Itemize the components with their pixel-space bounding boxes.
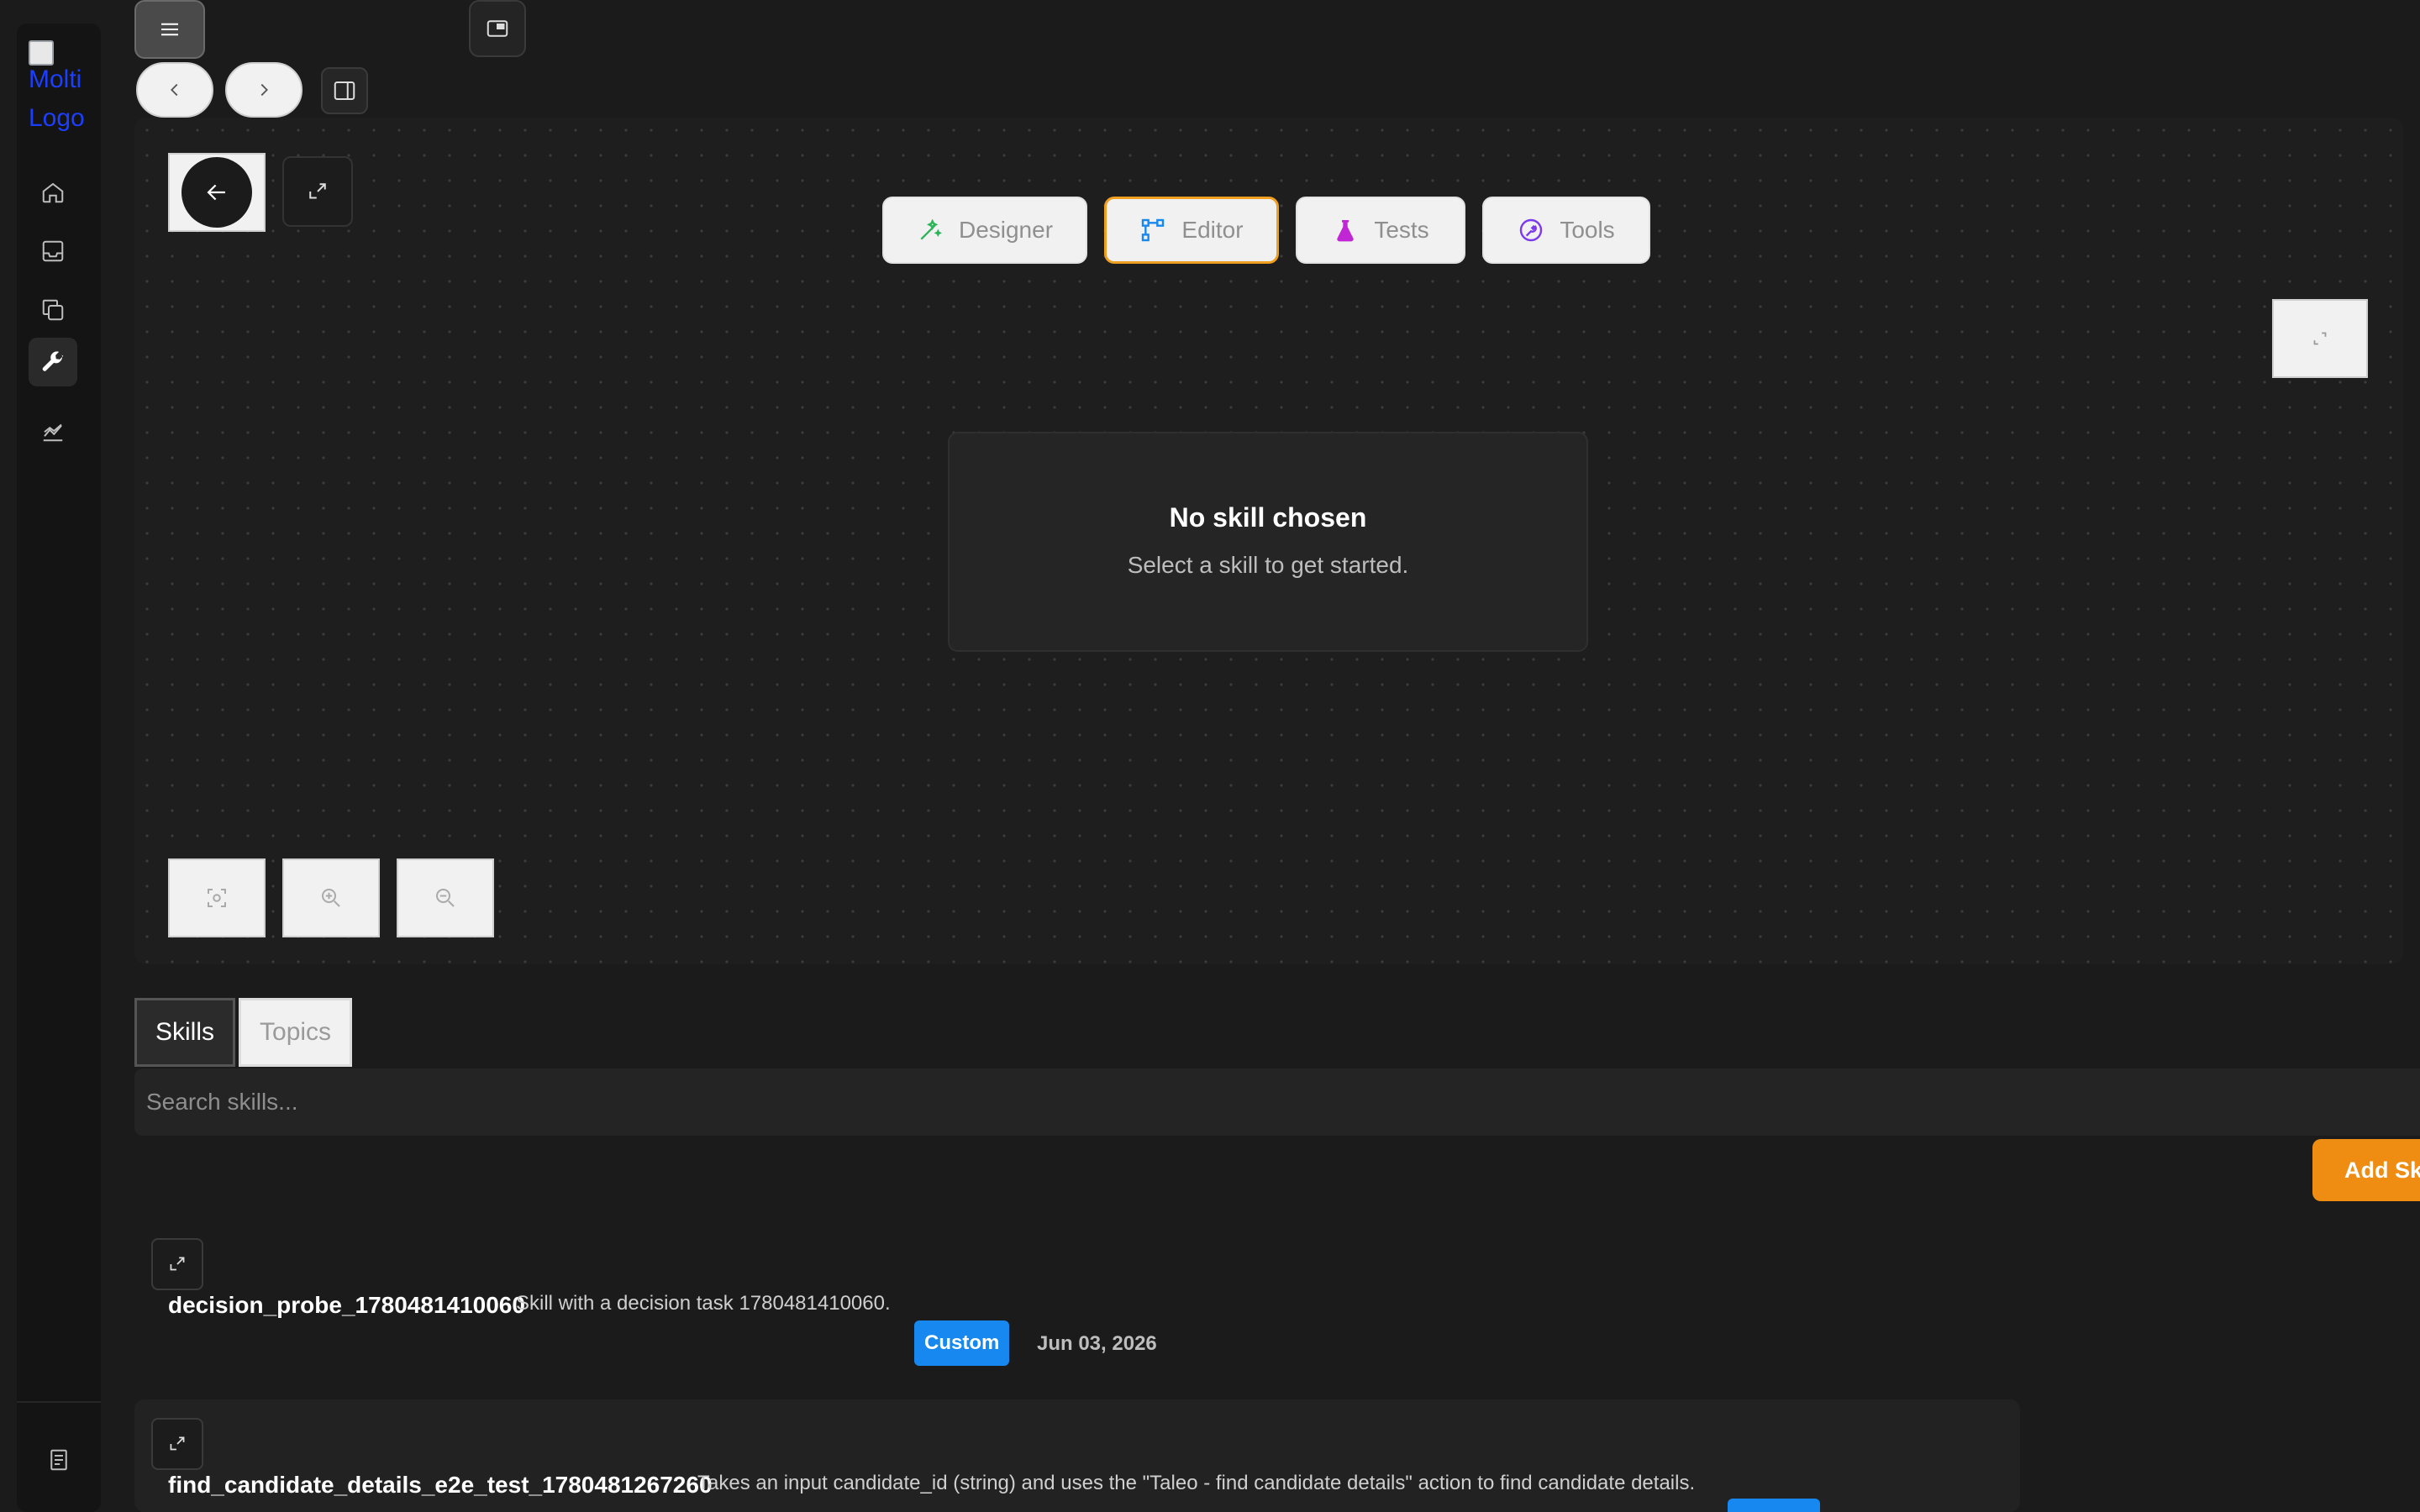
share-arrow-icon xyxy=(170,1257,185,1271)
empty-state-subtitle: Select a skill to get started. xyxy=(1127,552,1409,578)
logo[interactable]: Molti Logo xyxy=(29,40,96,138)
zoom-out-button[interactable] xyxy=(397,858,494,937)
sidebar-item-tools[interactable] xyxy=(29,338,77,386)
logo-text-line2: Logo xyxy=(29,104,85,132)
canvas-share-button[interactable] xyxy=(282,156,353,227)
skill-description: Takes an input candidate_id (string) and… xyxy=(697,1472,1696,1494)
copy-icon xyxy=(42,299,64,321)
sidebar: Molti Logo xyxy=(17,24,101,1512)
arrow-left-icon xyxy=(207,184,225,201)
status-badge xyxy=(1728,1499,1820,1512)
toggle-panel-button[interactable] xyxy=(321,67,368,114)
document-icon xyxy=(50,1449,67,1471)
zoom-out-icon xyxy=(436,889,455,907)
tool-circle-icon xyxy=(1520,218,1543,242)
zoom-in-icon xyxy=(322,889,340,907)
inbox-icon xyxy=(42,240,64,262)
list-item[interactable]: find_candidate_details_e2e_test_17804812… xyxy=(134,1399,2020,1512)
sidebar-item-analytics[interactable] xyxy=(29,407,77,455)
mode-tests[interactable]: Tests xyxy=(1296,197,1465,264)
share-arrow-icon xyxy=(170,1436,185,1451)
picture-in-picture-button[interactable] xyxy=(469,0,526,57)
focus-icon xyxy=(208,889,226,907)
mode-switcher: Designer Editor Tests Tools xyxy=(882,197,1650,264)
wrench-icon xyxy=(42,351,64,371)
mode-tools[interactable]: Tools xyxy=(1482,197,1650,264)
chart-icon xyxy=(43,423,63,442)
sidebar-item-docs[interactable] xyxy=(42,1443,76,1477)
list-tabs: Skills Topics xyxy=(134,998,353,1067)
row-share-button[interactable] xyxy=(151,1238,203,1290)
sidebar-item-home[interactable] xyxy=(29,168,77,217)
sidebar-panel-icon xyxy=(334,81,355,100)
empty-state-card: No skill chosen Select a skill to get st… xyxy=(948,432,1588,652)
back-nav-button[interactable] xyxy=(136,62,213,118)
tab-topics[interactable]: Topics xyxy=(239,998,353,1067)
mode-editor[interactable]: Editor xyxy=(1104,197,1279,264)
fit-view-button[interactable] xyxy=(168,858,266,937)
sidebar-item-copy[interactable] xyxy=(29,286,77,334)
add-skill-button[interactable]: Add Sk xyxy=(2312,1139,2420,1201)
logo-text-line1: Molti xyxy=(29,66,82,93)
sidebar-item-inbox[interactable] xyxy=(29,227,77,276)
search-input[interactable] xyxy=(134,1068,2420,1136)
flask-icon xyxy=(1337,220,1355,242)
sidebar-divider xyxy=(17,1401,101,1403)
empty-state-title: No skill chosen xyxy=(1169,502,1367,533)
skill-name[interactable]: decision_probe_1780481410060 xyxy=(168,1292,525,1319)
tab-skills[interactable]: Skills xyxy=(134,998,236,1067)
fullscreen-button[interactable] xyxy=(2272,299,2368,378)
row-share-button[interactable] xyxy=(151,1418,203,1470)
expand-icon xyxy=(2313,332,2327,345)
chevron-left-icon xyxy=(171,83,178,97)
home-icon xyxy=(42,182,64,203)
picture-in-picture-icon xyxy=(487,20,508,37)
hamburger-icon xyxy=(161,23,178,36)
chevron-right-icon xyxy=(260,83,268,97)
hierarchy-icon xyxy=(1142,218,1165,242)
flow-canvas[interactable]: Designer Editor Tests Tools No skill cho… xyxy=(134,118,2403,964)
skill-date: Jun 03, 2026 xyxy=(1037,1332,1157,1355)
status-badge: Custom xyxy=(914,1320,1010,1366)
skill-description: Skill with a decision task 1780481410060… xyxy=(516,1292,891,1315)
canvas-back-button[interactable] xyxy=(168,153,266,232)
menu-button[interactable] xyxy=(134,0,205,59)
share-arrow-icon xyxy=(309,183,326,199)
list-item[interactable]: decision_probe_1780481410060 Skill with … xyxy=(134,1235,2020,1378)
forward-nav-button[interactable] xyxy=(225,62,302,118)
zoom-in-button[interactable] xyxy=(282,858,380,937)
broken-image-icon xyxy=(29,40,54,66)
skill-name[interactable]: find_candidate_details_e2e_test_17804812… xyxy=(168,1472,713,1499)
mode-designer[interactable]: Designer xyxy=(882,197,1087,264)
wand-icon xyxy=(920,218,942,240)
